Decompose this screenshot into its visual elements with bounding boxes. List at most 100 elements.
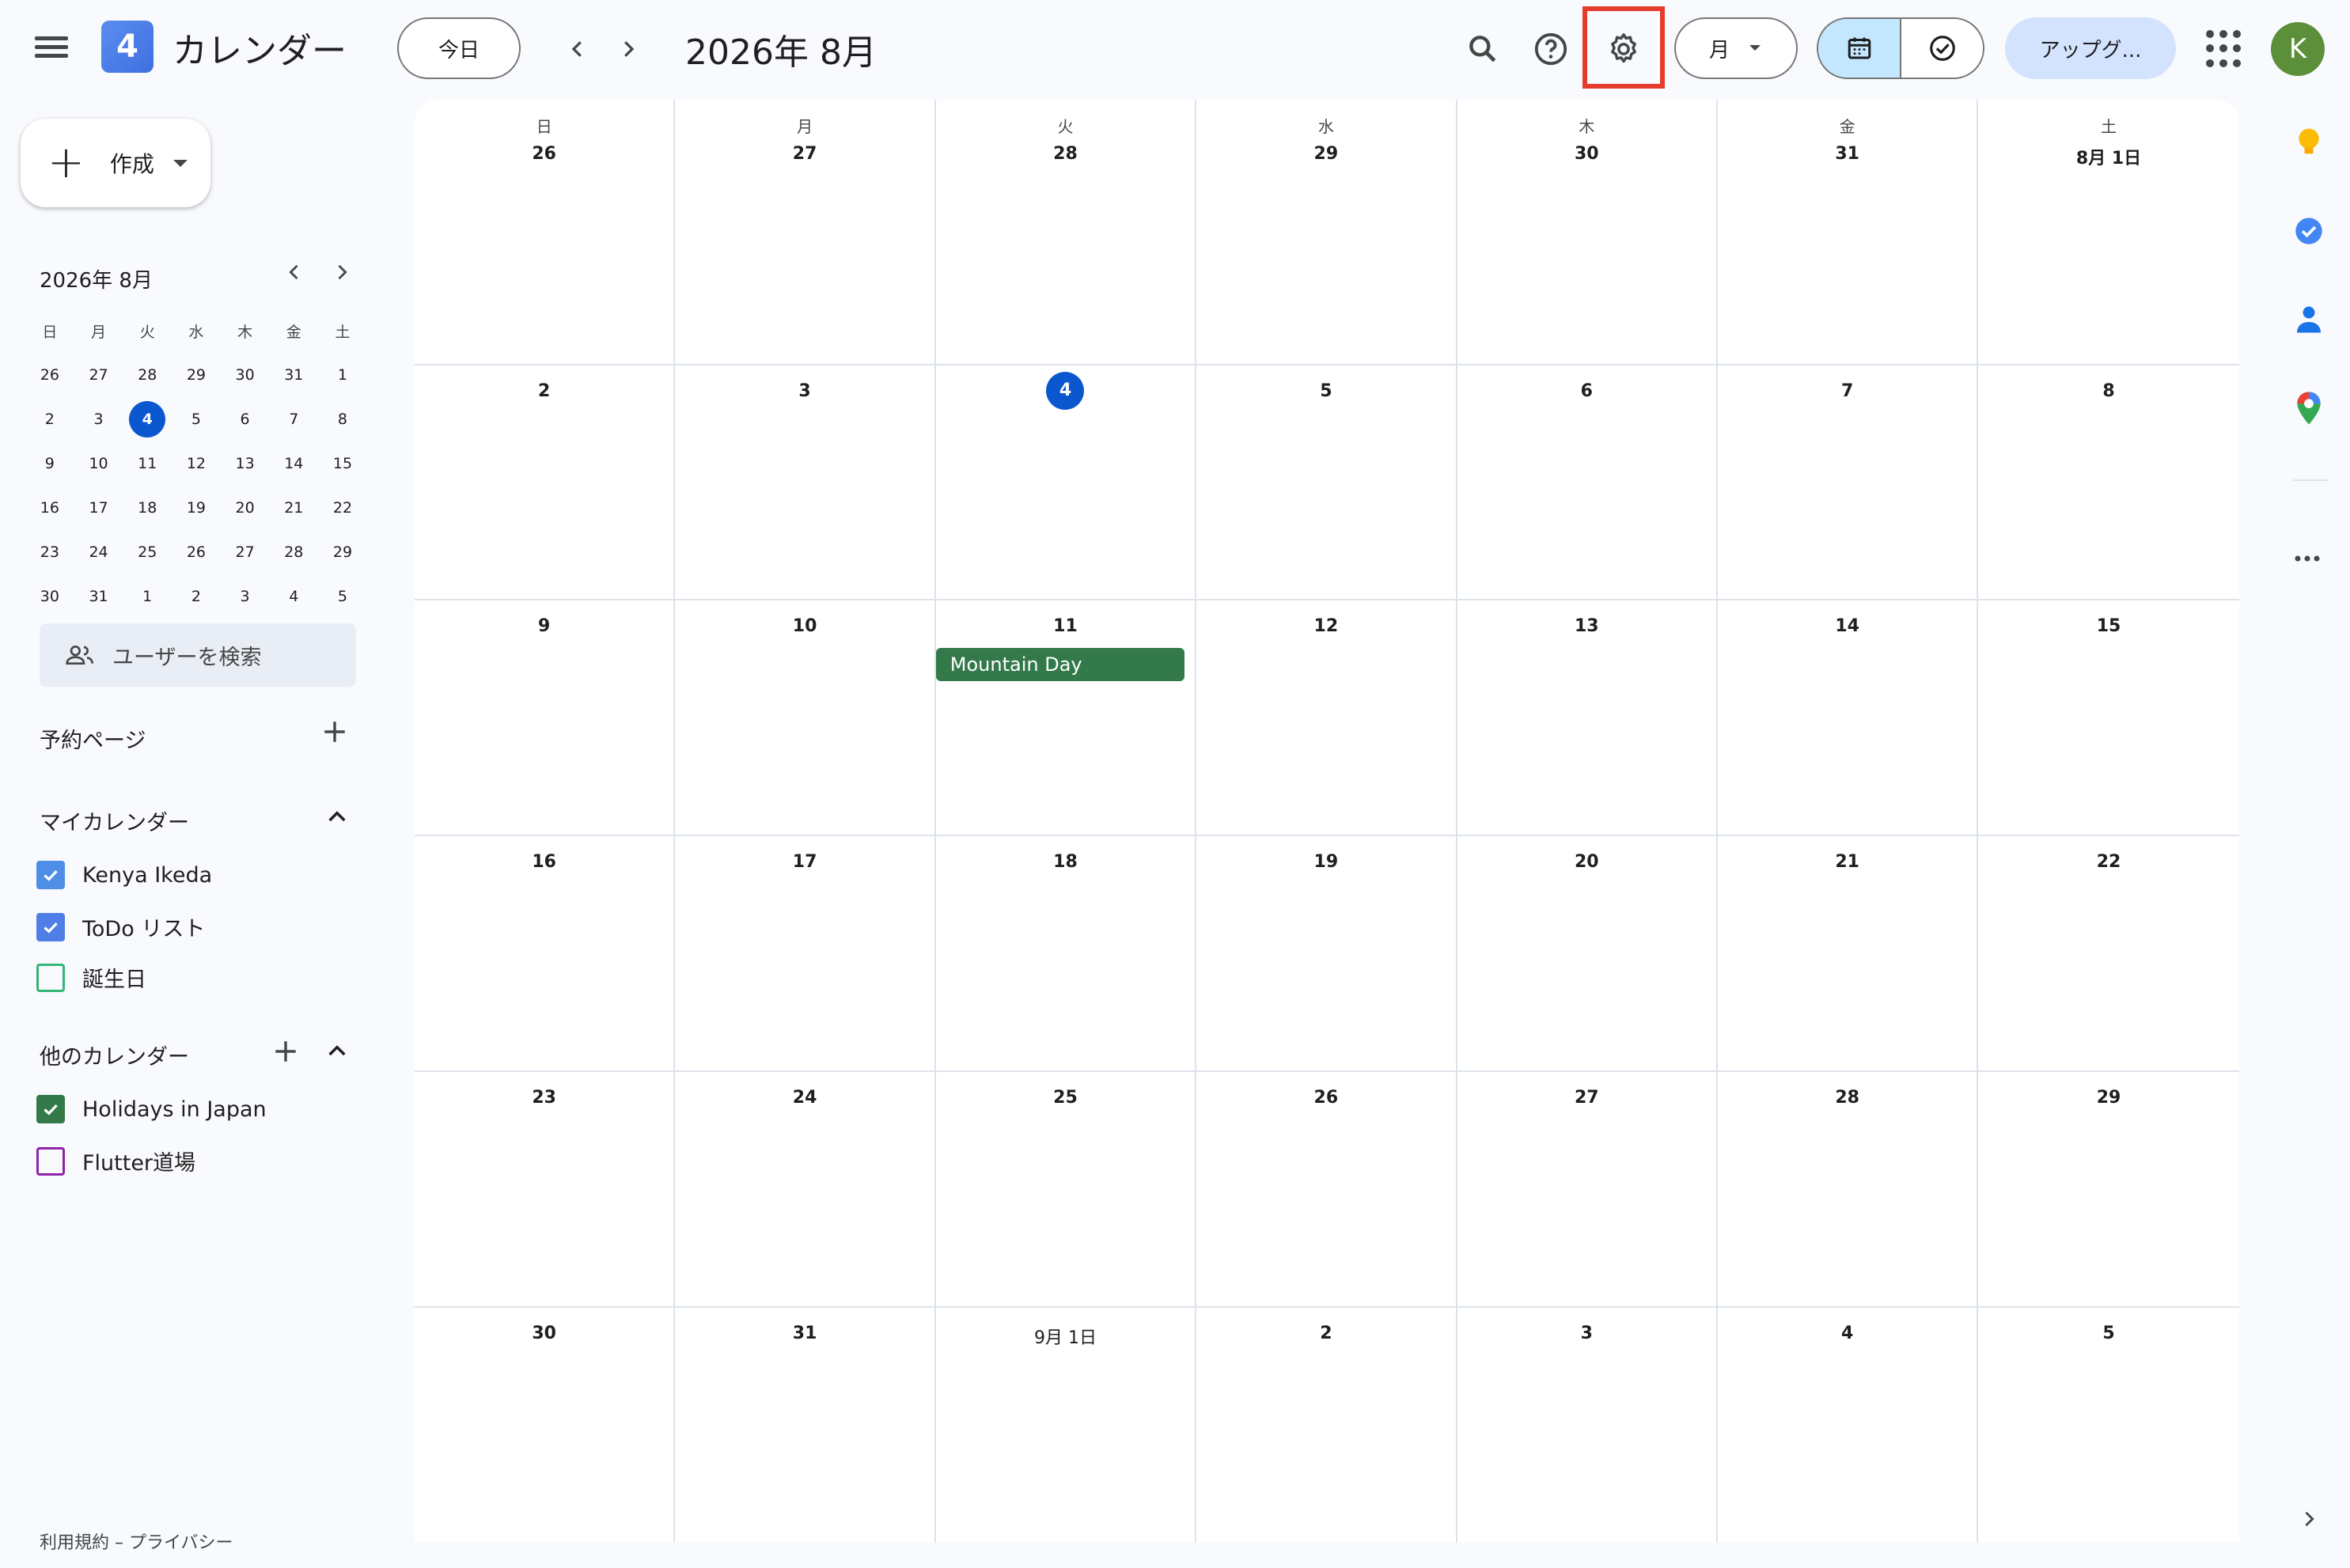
day-number[interactable]: 26 <box>415 144 673 164</box>
other-calendars-collapse-button[interactable] <box>324 1038 350 1070</box>
mini-calendar-next-button[interactable] <box>331 261 353 290</box>
mini-calendar-day[interactable]: 30 <box>221 366 270 384</box>
day-cell[interactable]: 26 <box>1196 1072 1457 1306</box>
calendar-view-toggle[interactable] <box>1818 19 1901 78</box>
day-number[interactable]: 7 <box>1718 381 1977 401</box>
upgrade-button[interactable]: アップグ... <box>2005 17 2176 79</box>
day-cell[interactable]: 19 <box>1196 836 1457 1070</box>
day-cell[interactable]: 31 <box>675 1308 936 1543</box>
help-button[interactable] <box>1524 22 1578 76</box>
day-number[interactable]: 23 <box>415 1088 673 1108</box>
mini-calendar-day[interactable]: 20 <box>221 499 270 517</box>
day-cell[interactable]: 23 <box>415 1072 676 1306</box>
view-switcher-dropdown[interactable]: 月 <box>1674 17 1798 79</box>
main-menu-button[interactable] <box>30 32 73 66</box>
day-number[interactable]: 2 <box>1196 1324 1455 1343</box>
day-cell[interactable]: 土 8月 1日 <box>1978 100 2238 364</box>
day-cell[interactable]: 11 Mountain Day <box>935 600 1197 835</box>
day-cell[interactable]: 6 <box>1457 365 1718 599</box>
day-number[interactable]: 27 <box>1457 1088 1716 1108</box>
day-number[interactable]: 3 <box>675 381 934 401</box>
mini-calendar-day[interactable]: 3 <box>221 588 270 605</box>
calendar-checkbox[interactable] <box>36 1095 65 1123</box>
day-number[interactable]: 9 <box>415 616 673 636</box>
day-cell[interactable]: 17 <box>675 836 936 1070</box>
day-cell[interactable]: 5 <box>1196 365 1457 599</box>
day-number[interactable]: 11 <box>936 616 1195 636</box>
mini-calendar-day[interactable]: 26 <box>172 543 221 561</box>
day-number[interactable]: 20 <box>1457 852 1716 872</box>
day-number[interactable]: 2 <box>415 381 673 401</box>
calendar-checkbox[interactable] <box>36 1146 65 1176</box>
mini-calendar-day[interactable]: 4 <box>269 588 318 605</box>
add-other-calendar-button[interactable] <box>272 1038 299 1070</box>
mini-calendar-day[interactable]: 2 <box>25 411 74 428</box>
day-number[interactable]: 30 <box>415 1324 673 1343</box>
day-cell[interactable]: 2 <box>1196 1308 1457 1543</box>
footer-links[interactable]: 利用規約 – プライバシー <box>40 1528 233 1554</box>
add-booking-page-button[interactable] <box>321 718 348 751</box>
other-calendars-label[interactable]: 他のカレンダー <box>40 1040 189 1070</box>
create-button[interactable]: + 作成 <box>21 119 210 207</box>
day-number[interactable]: 22 <box>1978 852 2238 872</box>
day-number[interactable]: 15 <box>1978 616 2238 636</box>
day-cell[interactable]: 7 <box>1718 365 1979 599</box>
my-calendars-collapse-button[interactable] <box>324 804 350 835</box>
mini-calendar-day[interactable]: 31 <box>269 366 318 384</box>
day-cell[interactable]: 火 28 <box>936 100 1197 364</box>
day-cell[interactable]: 日 26 <box>415 100 676 364</box>
tasks-view-toggle[interactable] <box>1901 19 1983 78</box>
search-users-input[interactable]: ユーザーを検索 <box>40 623 356 687</box>
day-cell[interactable]: 13 <box>1457 600 1718 835</box>
mini-calendar-day[interactable]: 15 <box>318 455 367 472</box>
mini-calendar-day[interactable]: 18 <box>123 499 172 517</box>
keep-button[interactable] <box>2291 125 2326 160</box>
day-cell[interactable]: 30 <box>415 1308 676 1543</box>
mini-calendar-day[interactable]: 22 <box>318 499 367 517</box>
day-cell[interactable]: 木 30 <box>1457 100 1718 364</box>
day-number[interactable]: 6 <box>1457 381 1716 401</box>
day-cell[interactable]: 27 <box>1457 1072 1718 1306</box>
calendar-checkbox[interactable] <box>36 963 65 992</box>
calendar-item[interactable]: Holidays in Japan <box>36 1095 267 1123</box>
day-cell[interactable]: 2 <box>415 365 676 599</box>
day-number[interactable]: 29 <box>1978 1088 2238 1108</box>
day-cell[interactable]: 14 <box>1718 600 1979 835</box>
day-number[interactable]: 13 <box>1457 616 1716 636</box>
mini-calendar-day[interactable]: 8 <box>318 411 367 428</box>
mini-calendar-day[interactable]: 11 <box>123 455 172 472</box>
day-number[interactable]: 19 <box>1196 852 1455 872</box>
day-number[interactable]: 29 <box>1196 144 1455 164</box>
day-cell[interactable]: 5 <box>1978 1308 2238 1543</box>
mini-calendar-day[interactable]: 27 <box>74 366 123 384</box>
day-number[interactable]: 28 <box>936 144 1195 164</box>
mini-calendar-day[interactable]: 25 <box>123 543 172 561</box>
day-number[interactable]: 8月 1日 <box>1978 144 2238 169</box>
day-cell[interactable]: 22 <box>1978 836 2238 1070</box>
day-cell[interactable]: 15 <box>1978 600 2238 835</box>
day-number[interactable]: 17 <box>675 852 934 872</box>
today-date[interactable]: 4 <box>936 372 1195 410</box>
mini-calendar-day[interactable]: 5 <box>318 588 367 605</box>
mini-calendar-day[interactable]: 23 <box>25 543 74 561</box>
calendar-item[interactable]: Flutter道場 <box>36 1146 195 1176</box>
day-number[interactable]: 31 <box>1718 144 1977 164</box>
day-number[interactable]: 12 <box>1196 616 1455 636</box>
day-cell[interactable]: 水 29 <box>1196 100 1457 364</box>
mini-calendar-day[interactable]: 31 <box>74 588 123 605</box>
contacts-button[interactable] <box>2291 302 2326 337</box>
mini-calendar-day[interactable]: 13 <box>221 455 270 472</box>
day-number[interactable]: 10 <box>675 616 934 636</box>
day-number[interactable]: 5 <box>1978 1324 2238 1343</box>
mini-calendar-day[interactable]: 24 <box>74 543 123 561</box>
mini-calendar-day[interactable]: 6 <box>221 411 270 428</box>
maps-button[interactable] <box>2291 391 2326 426</box>
day-number[interactable]: 8 <box>1978 381 2238 401</box>
expand-side-panel-button[interactable] <box>2298 1506 2320 1536</box>
day-number[interactable]: 21 <box>1718 852 1977 872</box>
day-number[interactable]: 30 <box>1457 144 1716 164</box>
mini-calendar-day[interactable]: 3 <box>74 411 123 428</box>
day-number[interactable]: 3 <box>1457 1324 1716 1343</box>
day-cell[interactable]: 18 <box>936 836 1197 1070</box>
mini-calendar-day[interactable]: 30 <box>25 588 74 605</box>
